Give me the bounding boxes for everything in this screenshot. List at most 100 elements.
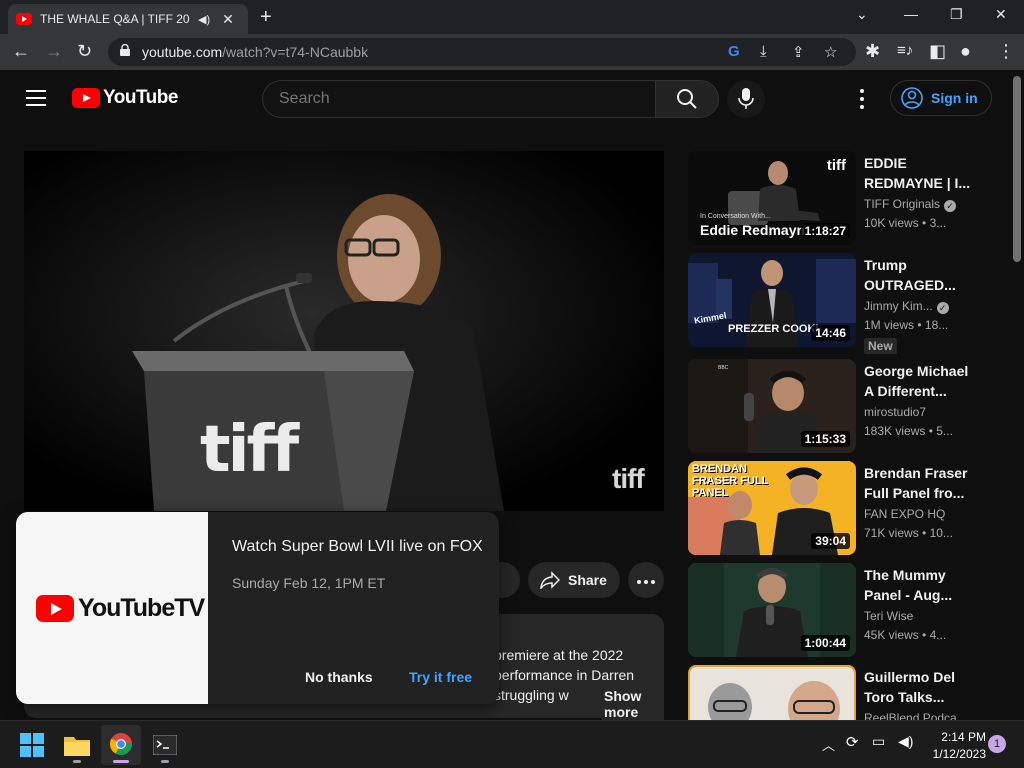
recommendation-title[interactable]: George Michael A Different... (864, 361, 974, 401)
media-control-icon[interactable]: ≡♪ (897, 41, 913, 61)
youtube-favicon-icon (16, 13, 32, 25)
share-button[interactable]: Share (528, 562, 620, 598)
clock-date[interactable]: 1/12/2023 (924, 747, 986, 761)
show-more-button[interactable]: Show more (602, 688, 664, 720)
video-thumbnail[interactable]: 1:00:44 (688, 563, 856, 657)
channel-name[interactable]: ReelBlend Podca... (864, 711, 967, 720)
recommendation-item[interactable]: 1:00:44 The Mummy Panel - Aug... Teri Wi… (688, 563, 988, 659)
tab-search-icon[interactable]: ⌄ (856, 6, 868, 23)
thumb-caption-small: In Conversation With... (700, 213, 771, 220)
voice-search-button[interactable] (727, 80, 765, 118)
bookmark-star-icon[interactable]: ☆ (824, 43, 837, 61)
video-thumbnail[interactable]: tiff In Conversation With... Eddie Redma… (688, 151, 856, 245)
video-thumbnail[interactable] (688, 665, 856, 720)
youtube-play-icon (72, 88, 100, 108)
verified-icon: ✓ (944, 200, 957, 212)
channel-name[interactable]: TIFF Originals ✓ (864, 197, 957, 212)
lock-icon[interactable] (120, 44, 130, 56)
forward-icon[interactable]: → (45, 41, 63, 61)
duration-badge: 14:46 (811, 325, 850, 341)
sign-in-button[interactable]: Sign in (890, 80, 992, 116)
audio-playing-icon[interactable]: ◀) (198, 13, 210, 26)
clock-time[interactable]: 2:14 PM (930, 730, 986, 744)
recommendation-title[interactable]: The Mummy Panel - Aug... (864, 565, 974, 605)
thumb-caption: Eddie Redmayn (700, 222, 806, 238)
menu-icon[interactable] (26, 90, 46, 106)
address-bar[interactable]: youtube.com/watch?v=t74-NCaubbk G ⤓ ⇪ ☆ (108, 38, 856, 66)
recommendation-item[interactable]: Guillermo Del Toro Talks... ReelBlend Po… (688, 665, 988, 720)
close-window-icon[interactable]: ✕ (995, 6, 1007, 23)
search-input[interactable] (279, 90, 639, 108)
scroll-thumb[interactable] (1013, 76, 1021, 262)
google-lens-icon[interactable]: G (728, 43, 740, 60)
settings-more-icon[interactable] (850, 88, 874, 110)
search-box[interactable] (262, 80, 656, 118)
browser-tab-strip: THE WHALE Q&A | TIFF 2022 ◀) ✕ + ⌄ — ❐ ✕ (0, 0, 1024, 34)
recommendation-title[interactable]: EDDIE REDMAYNE | I... (864, 153, 974, 193)
more-horizontal-icon (637, 580, 655, 584)
extensions-icon[interactable]: ✱ (865, 41, 880, 61)
windows-taskbar: ︿ ⟳ ▭ ◀) 2:14 PM 1/12/2023 1 (0, 720, 1024, 768)
video-meta: 71K views • 10... (864, 526, 953, 540)
active-indicator (113, 760, 129, 763)
search-button[interactable] (655, 80, 719, 118)
close-tab-icon[interactable]: ✕ (222, 11, 234, 28)
video-frame (24, 151, 664, 511)
profile-icon[interactable]: ● (960, 41, 971, 61)
recommendation-item[interactable]: Kimmel PREZZER COOKI 14:46 Trump OUTRAGE… (688, 253, 988, 354)
share-arrow-icon (540, 571, 560, 589)
file-explorer-button[interactable] (57, 725, 97, 765)
side-panel-icon[interactable]: ◧ (929, 41, 946, 61)
try-it-free-button[interactable]: Try it free (409, 669, 472, 685)
video-thumbnail[interactable]: BRENDAN FRASER FULL PANEL 39:04 (688, 461, 856, 555)
duration-badge: 39:04 (811, 533, 850, 549)
no-thanks-button[interactable]: No thanks (305, 669, 373, 685)
network-icon[interactable]: ▭ (872, 733, 885, 750)
volume-icon[interactable]: ◀) (898, 733, 913, 750)
notification-badge[interactable]: 1 (988, 735, 1006, 753)
channel-name[interactable]: Jimmy Kim... ✓ (864, 299, 949, 314)
minimize-icon[interactable]: — (904, 6, 918, 22)
verified-icon: ✓ (936, 302, 949, 314)
recommendation-item[interactable]: BBC 1:15:33 George Michael A Different..… (688, 359, 988, 455)
recommendation-item[interactable]: BRENDAN FRASER FULL PANEL 39:04 Brendan … (688, 461, 988, 557)
youtube-tv-promo: YouTubeTV Watch Super Bowl LVII live on … (16, 512, 499, 704)
browser-tab[interactable]: THE WHALE Q&A | TIFF 2022 ◀) ✕ (8, 4, 248, 34)
terminal-taskbar-button[interactable] (145, 725, 185, 765)
youtube-logo[interactable]: YouTube (72, 87, 178, 109)
url-text[interactable]: youtube.com/watch?v=t74-NCaubbk (142, 44, 368, 60)
recommendation-title[interactable]: Trump OUTRAGED... (864, 255, 974, 295)
sync-icon[interactable]: ⟳ (846, 733, 859, 751)
description-line: performance in Darren (494, 667, 635, 683)
video-thumbnail[interactable]: Kimmel PREZZER COOKI 14:46 (688, 253, 856, 347)
new-tab-button[interactable]: + (260, 6, 272, 29)
recommendation-title[interactable]: Brendan Fraser Full Panel fro... (864, 463, 974, 503)
start-button[interactable] (12, 725, 52, 765)
page-scrollbar[interactable] (1010, 70, 1024, 720)
install-app-icon[interactable]: ⤓ (760, 43, 767, 60)
chrome-icon (110, 733, 132, 755)
channel-name[interactable]: FAN EXPO HQ (864, 507, 945, 521)
chrome-taskbar-button[interactable] (101, 725, 141, 765)
back-icon[interactable]: ← (12, 41, 30, 61)
channel-name[interactable]: mirostudio7 (864, 405, 926, 419)
share-label: Share (568, 572, 607, 588)
more-actions-button[interactable] (628, 562, 664, 598)
share-page-icon[interactable]: ⇪ (792, 43, 805, 61)
recommendation-title[interactable]: Guillermo Del Toro Talks... (864, 667, 974, 707)
browser-menu-icon[interactable]: ⋮ (997, 41, 1015, 61)
video-meta: 1M views • 18... (864, 318, 949, 332)
channel-name[interactable]: Teri Wise (864, 609, 913, 623)
video-meta: 10K views • 3... (864, 216, 947, 230)
youtube-tv-logo-text: YouTubeTV (78, 594, 205, 622)
windows-logo-icon (20, 733, 44, 757)
recommendation-item[interactable]: tiff In Conversation With... Eddie Redma… (688, 151, 988, 247)
show-hidden-icons-icon[interactable]: ︿ (822, 735, 835, 754)
video-player[interactable]: tiff tiff (24, 151, 664, 511)
reload-icon[interactable]: ↻ (77, 41, 92, 61)
promo-title: Watch Super Bowl LVII live on FOX (232, 538, 483, 555)
thumb-caption: PREZZER COOKI (728, 323, 819, 335)
video-thumbnail[interactable]: BBC 1:15:33 (688, 359, 856, 453)
restore-icon[interactable]: ❐ (950, 6, 963, 23)
promo-image: YouTubeTV (16, 512, 208, 704)
